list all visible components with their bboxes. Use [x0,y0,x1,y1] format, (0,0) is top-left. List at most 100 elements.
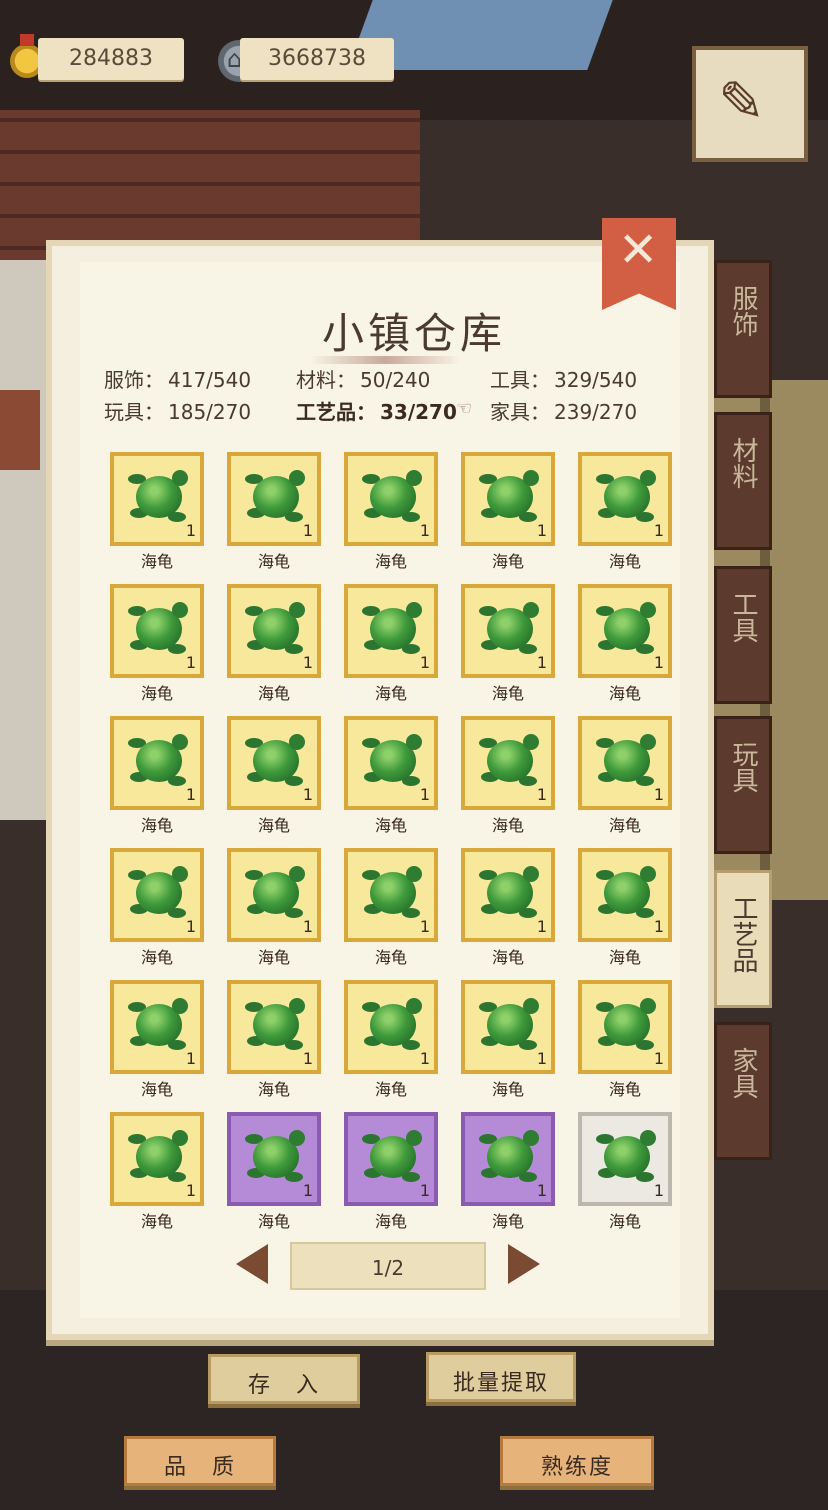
item-slot[interactable]: 1 [578,716,672,810]
item-slot[interactable]: 1 [344,1112,438,1206]
tab-materials[interactable]: 材料 [714,412,772,550]
item-count: 1 [536,1049,547,1068]
next-page-arrow-icon[interactable] [508,1244,540,1284]
sea-turtle-icon [479,468,541,530]
item-slot[interactable]: 1 [461,980,555,1074]
sea-turtle-icon [245,600,307,662]
item-slot[interactable]: 1 [578,1112,672,1206]
item-name: 海龟 [608,948,641,967]
book-quill-icon: ✎ [718,70,765,135]
item-slot[interactable]: 1 [227,584,321,678]
item-count: 1 [536,1181,547,1200]
item-slot[interactable]: 1 [344,584,438,678]
item-slot[interactable]: 1 [344,452,438,546]
batch-withdraw-button[interactable]: 批量提取 [426,1352,576,1402]
item-slot[interactable]: 1 [344,716,438,810]
tab-crafts[interactable]: 工艺品 [714,870,772,1008]
pointing-hand-icon: ☜ [456,398,473,419]
silver-currency: 3668738 [240,38,394,80]
gold-currency: 284883 [38,38,184,80]
item-slot[interactable]: 1 [461,716,555,810]
item-count: 1 [185,521,196,540]
tab-clothing[interactable]: 服饰 [714,260,772,398]
item-slot[interactable]: 1 [227,716,321,810]
item-slot[interactable]: 1 [344,980,438,1074]
item-name: 海龟 [491,1212,524,1231]
item-name: 海龟 [608,552,641,571]
silver-amount: 3668738 [268,46,366,71]
prev-page-arrow-icon[interactable] [236,1244,268,1284]
item-count: 1 [185,1049,196,1068]
item-count: 1 [653,1049,664,1068]
sea-turtle-icon [245,864,307,926]
item-slot[interactable]: 1 [578,452,672,546]
item-slot[interactable]: 1 [110,1112,204,1206]
item-count: 1 [536,653,547,672]
item-count: 1 [185,917,196,936]
item-count: 1 [185,1181,196,1200]
item-name: 海龟 [140,1212,173,1231]
sea-turtle-icon [479,1128,541,1190]
item-name: 海龟 [257,948,290,967]
item-slot[interactable]: 1 [227,452,321,546]
proficiency-button[interactable]: 熟练度 [500,1436,654,1486]
item-name: 海龟 [140,816,173,835]
item-slot[interactable]: 1 [461,848,555,942]
sea-turtle-icon [245,1128,307,1190]
item-name: 海龟 [257,552,290,571]
item-name: 海龟 [257,816,290,835]
stat-furniture: 家具： 239/270 [490,400,638,424]
item-slot[interactable]: 1 [110,584,204,678]
journal-button[interactable]: ✎ [692,46,808,162]
item-slot[interactable]: 1 [461,1112,555,1206]
item-count: 1 [653,1181,664,1200]
item-slot[interactable]: 1 [578,584,672,678]
item-slot[interactable]: 1 [344,848,438,942]
item-name: 海龟 [257,1080,290,1099]
sea-turtle-icon [479,864,541,926]
item-slot[interactable]: 1 [227,980,321,1074]
item-count: 1 [302,785,313,804]
item-slot[interactable]: 1 [461,452,555,546]
deposit-button[interactable]: 存 入 [208,1354,360,1404]
item-count: 1 [536,785,547,804]
item-name: 海龟 [374,816,407,835]
item-slot[interactable]: 1 [110,452,204,546]
title-divider [310,356,460,364]
sea-turtle-icon [479,600,541,662]
sea-turtle-icon [362,996,424,1058]
item-slot[interactable]: 1 [227,1112,321,1206]
item-slot[interactable]: 1 [578,848,672,942]
item-name: 海龟 [374,948,407,967]
deposit-label: 存 入 [247,1373,320,1398]
close-icon: ✕ [618,222,659,278]
sea-turtle-icon [596,996,658,1058]
item-slot[interactable]: 1 [110,716,204,810]
item-slot[interactable]: 1 [578,980,672,1074]
item-name: 海龟 [608,684,641,703]
item-name: 海龟 [608,1212,641,1231]
item-count: 1 [653,785,664,804]
tab-tools[interactable]: 工具 [714,566,772,704]
item-slot[interactable]: 1 [110,848,204,942]
sea-turtle-icon [596,468,658,530]
item-name: 海龟 [257,684,290,703]
tab-label: 玩具 [728,741,758,793]
item-slot[interactable]: 1 [110,980,204,1074]
tab-furniture[interactable]: 家具 [714,1022,772,1160]
item-count: 1 [302,1049,313,1068]
tab-label: 家具 [728,1047,758,1099]
item-slot[interactable]: 1 [461,584,555,678]
tab-toys[interactable]: 玩具 [714,716,772,854]
item-count: 1 [419,785,430,804]
item-slot[interactable]: 1 [227,848,321,942]
stat-clothing: 服饰： 417/540 [104,368,252,392]
item-count: 1 [653,917,664,936]
sea-turtle-icon [128,996,190,1058]
stat-toys: 玩具： 185/270 [104,400,252,424]
sea-turtle-icon [479,996,541,1058]
item-count: 1 [419,917,430,936]
quality-button[interactable]: 品 质 [124,1436,276,1486]
sea-turtle-icon [479,732,541,794]
item-name: 海龟 [140,1080,173,1099]
